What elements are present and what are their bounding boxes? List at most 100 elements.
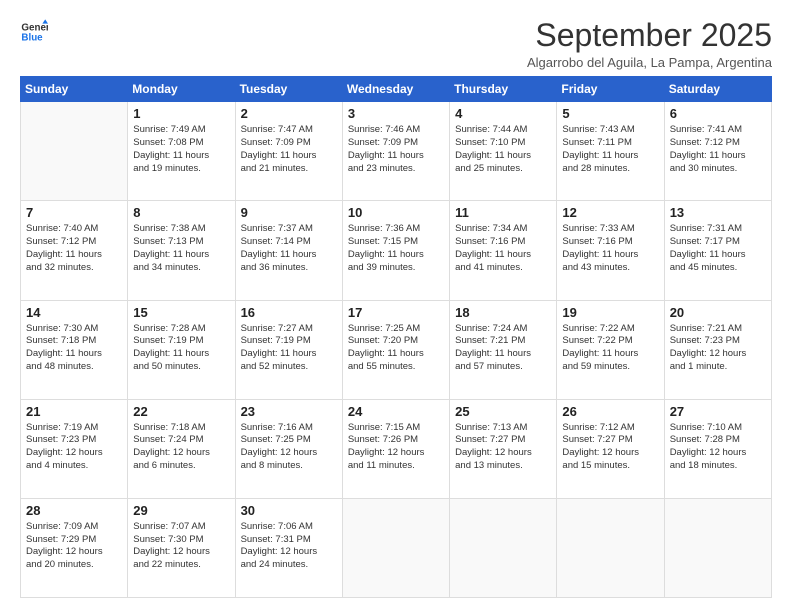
day-number: 25 <box>455 404 551 419</box>
day-info: Sunrise: 7:27 AM Sunset: 7:19 PM Dayligh… <box>241 323 337 374</box>
day-info: Sunrise: 7:33 AM Sunset: 7:16 PM Dayligh… <box>562 223 658 274</box>
day-info: Sunrise: 7:34 AM Sunset: 7:16 PM Dayligh… <box>455 223 551 274</box>
table-row: 15 Sunrise: 7:28 AM Sunset: 7:19 PM Dayli… <box>128 300 235 399</box>
table-row: 20 Sunrise: 7:21 AM Sunset: 7:23 PM Dayli… <box>664 300 771 399</box>
day-info: Sunrise: 7:22 AM Sunset: 7:22 PM Dayligh… <box>562 323 658 374</box>
table-row <box>21 102 128 201</box>
day-info: Sunrise: 7:16 AM Sunset: 7:25 PM Dayligh… <box>241 422 337 473</box>
calendar-week-row: 28 Sunrise: 7:09 AM Sunset: 7:29 PM Dayli… <box>21 498 772 597</box>
day-info: Sunrise: 7:13 AM Sunset: 7:27 PM Dayligh… <box>455 422 551 473</box>
table-row <box>450 498 557 597</box>
day-number: 28 <box>26 503 122 518</box>
calendar-week-row: 1 Sunrise: 7:49 AM Sunset: 7:08 PM Daylig… <box>21 102 772 201</box>
table-row <box>664 498 771 597</box>
table-row: 12 Sunrise: 7:33 AM Sunset: 7:16 PM Dayli… <box>557 201 664 300</box>
day-info: Sunrise: 7:38 AM Sunset: 7:13 PM Dayligh… <box>133 223 229 274</box>
col-saturday: Saturday <box>664 77 771 102</box>
table-row: 16 Sunrise: 7:27 AM Sunset: 7:19 PM Dayli… <box>235 300 342 399</box>
col-thursday: Thursday <box>450 77 557 102</box>
col-sunday: Sunday <box>21 77 128 102</box>
day-info: Sunrise: 7:44 AM Sunset: 7:10 PM Dayligh… <box>455 124 551 175</box>
day-number: 6 <box>670 106 766 121</box>
day-number: 24 <box>348 404 444 419</box>
day-number: 7 <box>26 205 122 220</box>
day-info: Sunrise: 7:10 AM Sunset: 7:28 PM Dayligh… <box>670 422 766 473</box>
table-row: 9Sunrise: 7:37 AM Sunset: 7:14 PM Daylig… <box>235 201 342 300</box>
day-info: Sunrise: 7:09 AM Sunset: 7:29 PM Dayligh… <box>26 521 122 572</box>
table-row: 13 Sunrise: 7:31 AM Sunset: 7:17 PM Dayli… <box>664 201 771 300</box>
table-row <box>342 498 449 597</box>
day-number: 14 <box>26 305 122 320</box>
day-number: 30 <box>241 503 337 518</box>
day-number: 12 <box>562 205 658 220</box>
table-row: 19 Sunrise: 7:22 AM Sunset: 7:22 PM Dayli… <box>557 300 664 399</box>
day-number: 17 <box>348 305 444 320</box>
day-info: Sunrise: 7:43 AM Sunset: 7:11 PM Dayligh… <box>562 124 658 175</box>
title-block: September 2025 Algarrobo del Aguila, La … <box>527 18 772 70</box>
table-row: 29 Sunrise: 7:07 AM Sunset: 7:30 PM Dayli… <box>128 498 235 597</box>
calendar-week-row: 7 Sunrise: 7:40 AM Sunset: 7:12 PM Daylig… <box>21 201 772 300</box>
day-number: 21 <box>26 404 122 419</box>
table-row: 7 Sunrise: 7:40 AM Sunset: 7:12 PM Daylig… <box>21 201 128 300</box>
header: General Blue September 2025 Algarrobo de… <box>20 18 772 70</box>
day-number: 11 <box>455 205 551 220</box>
month-title: September 2025 <box>527 18 772 53</box>
table-row: 1 Sunrise: 7:49 AM Sunset: 7:08 PM Daylig… <box>128 102 235 201</box>
table-row: 30 Sunrise: 7:06 AM Sunset: 7:31 PM Dayli… <box>235 498 342 597</box>
day-number: 20 <box>670 305 766 320</box>
day-info: Sunrise: 7:40 AM Sunset: 7:12 PM Dayligh… <box>26 223 122 274</box>
table-row: 14 Sunrise: 7:30 AM Sunset: 7:18 PM Dayli… <box>21 300 128 399</box>
calendar-week-row: 14 Sunrise: 7:30 AM Sunset: 7:18 PM Dayli… <box>21 300 772 399</box>
table-row: 8Sunrise: 7:38 AM Sunset: 7:13 PM Daylig… <box>128 201 235 300</box>
day-number: 1 <box>133 106 229 121</box>
table-row: 4Sunrise: 7:44 AM Sunset: 7:10 PM Daylig… <box>450 102 557 201</box>
day-number: 16 <box>241 305 337 320</box>
day-number: 19 <box>562 305 658 320</box>
day-info: Sunrise: 7:15 AM Sunset: 7:26 PM Dayligh… <box>348 422 444 473</box>
day-info: Sunrise: 7:12 AM Sunset: 7:27 PM Dayligh… <box>562 422 658 473</box>
day-number: 18 <box>455 305 551 320</box>
table-row: 5 Sunrise: 7:43 AM Sunset: 7:11 PM Daylig… <box>557 102 664 201</box>
day-info: Sunrise: 7:36 AM Sunset: 7:15 PM Dayligh… <box>348 223 444 274</box>
table-row: 11 Sunrise: 7:34 AM Sunset: 7:16 PM Dayli… <box>450 201 557 300</box>
day-info: Sunrise: 7:25 AM Sunset: 7:20 PM Dayligh… <box>348 323 444 374</box>
table-row: 17 Sunrise: 7:25 AM Sunset: 7:20 PM Dayli… <box>342 300 449 399</box>
table-row: 3 Sunrise: 7:46 AM Sunset: 7:09 PM Daylig… <box>342 102 449 201</box>
day-number: 5 <box>562 106 658 121</box>
calendar-table: Sunday Monday Tuesday Wednesday Thursday… <box>20 76 772 598</box>
subtitle: Algarrobo del Aguila, La Pampa, Argentin… <box>527 55 772 70</box>
table-row: 18 Sunrise: 7:24 AM Sunset: 7:21 PM Dayli… <box>450 300 557 399</box>
svg-text:Blue: Blue <box>21 32 43 43</box>
day-info: Sunrise: 7:24 AM Sunset: 7:21 PM Dayligh… <box>455 323 551 374</box>
day-info: Sunrise: 7:31 AM Sunset: 7:17 PM Dayligh… <box>670 223 766 274</box>
day-number: 15 <box>133 305 229 320</box>
day-info: Sunrise: 7:07 AM Sunset: 7:30 PM Dayligh… <box>133 521 229 572</box>
day-number: 3 <box>348 106 444 121</box>
day-info: Sunrise: 7:28 AM Sunset: 7:19 PM Dayligh… <box>133 323 229 374</box>
table-row: 24 Sunrise: 7:15 AM Sunset: 7:26 PM Dayli… <box>342 399 449 498</box>
table-row: 26 Sunrise: 7:12 AM Sunset: 7:27 PM Dayli… <box>557 399 664 498</box>
table-row: 25 Sunrise: 7:13 AM Sunset: 7:27 PM Dayli… <box>450 399 557 498</box>
day-info: Sunrise: 7:41 AM Sunset: 7:12 PM Dayligh… <box>670 124 766 175</box>
day-info: Sunrise: 7:46 AM Sunset: 7:09 PM Dayligh… <box>348 124 444 175</box>
day-number: 10 <box>348 205 444 220</box>
day-info: Sunrise: 7:30 AM Sunset: 7:18 PM Dayligh… <box>26 323 122 374</box>
col-tuesday: Tuesday <box>235 77 342 102</box>
day-info: Sunrise: 7:49 AM Sunset: 7:08 PM Dayligh… <box>133 124 229 175</box>
day-number: 23 <box>241 404 337 419</box>
day-number: 29 <box>133 503 229 518</box>
day-number: 2 <box>241 106 337 121</box>
table-row: 6 Sunrise: 7:41 AM Sunset: 7:12 PM Daylig… <box>664 102 771 201</box>
day-info: Sunrise: 7:37 AM Sunset: 7:14 PM Dayligh… <box>241 223 337 274</box>
col-monday: Monday <box>128 77 235 102</box>
day-number: 13 <box>670 205 766 220</box>
table-row: 23 Sunrise: 7:16 AM Sunset: 7:25 PM Dayli… <box>235 399 342 498</box>
day-info: Sunrise: 7:19 AM Sunset: 7:23 PM Dayligh… <box>26 422 122 473</box>
logo: General Blue <box>20 18 48 46</box>
day-info: Sunrise: 7:21 AM Sunset: 7:23 PM Dayligh… <box>670 323 766 374</box>
day-number: 26 <box>562 404 658 419</box>
day-info: Sunrise: 7:06 AM Sunset: 7:31 PM Dayligh… <box>241 521 337 572</box>
day-number: 27 <box>670 404 766 419</box>
header-row: Sunday Monday Tuesday Wednesday Thursday… <box>21 77 772 102</box>
calendar-week-row: 21 Sunrise: 7:19 AM Sunset: 7:23 PM Dayli… <box>21 399 772 498</box>
